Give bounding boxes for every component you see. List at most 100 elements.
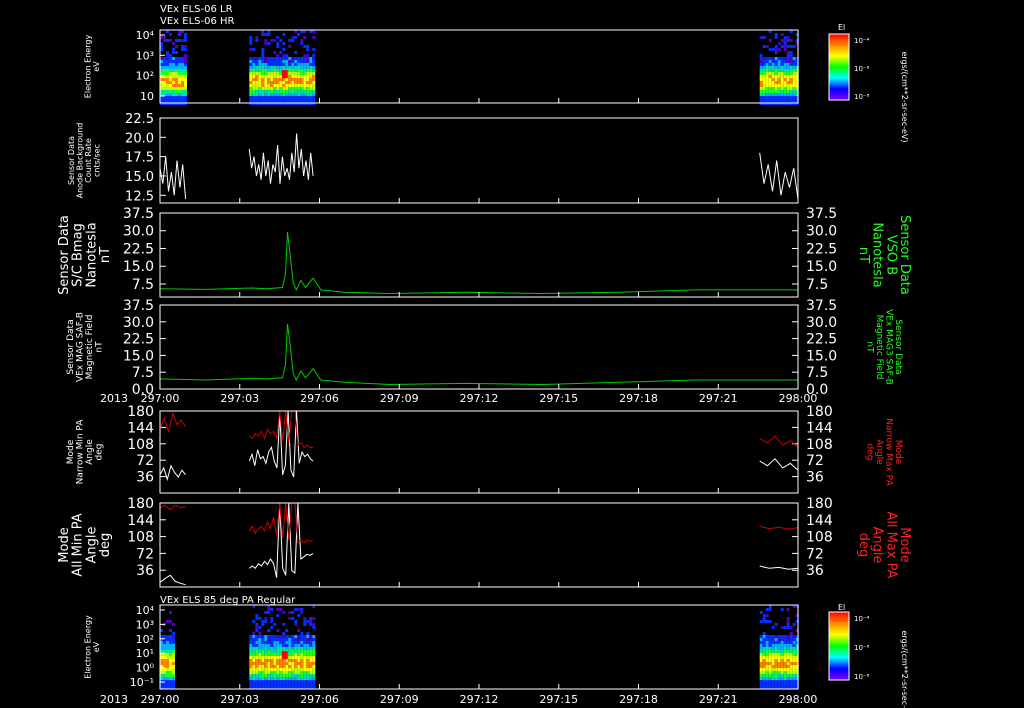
y-tick-label: 15.0 — [123, 259, 154, 275]
spectrogram-cell — [258, 87, 262, 90]
spectrogram-cell — [184, 48, 187, 51]
spectrogram-cell — [303, 90, 307, 93]
spectrogram-cell — [771, 72, 775, 75]
spectrogram-cell — [306, 60, 310, 63]
spectrogram-cell — [783, 48, 787, 51]
spectrogram-cell — [759, 72, 763, 75]
spectrogram-cell — [771, 69, 775, 72]
spectrogram-cell — [303, 75, 307, 78]
spectrogram-cell — [306, 45, 310, 48]
spectrogram-cell — [312, 671, 316, 674]
spectrogram-cell — [252, 635, 256, 638]
spectrogram-cell — [255, 57, 259, 60]
spectrogram-cell — [166, 656, 169, 659]
spectrogram-cell — [759, 653, 763, 656]
spectrogram-cell — [312, 623, 316, 626]
spectrogram-cell — [771, 78, 775, 81]
spectrogram-cell — [777, 638, 781, 641]
y-tick-label: 10² — [136, 633, 154, 646]
spectrogram-cell — [786, 677, 790, 680]
spectrogram-cell — [255, 60, 259, 63]
spectrogram-cell — [261, 63, 265, 66]
spectrogram-cell — [288, 653, 292, 656]
spectrogram-cell — [267, 677, 271, 680]
spectrogram-cell — [294, 620, 298, 623]
spectrogram-cell — [774, 641, 778, 644]
spectrogram-cell — [291, 99, 295, 102]
spectrogram-cell — [294, 51, 298, 54]
spectrogram-cell — [273, 51, 277, 54]
spectrogram-cell — [786, 626, 790, 629]
spectrogram-cell — [267, 42, 271, 45]
spectrogram-cell — [309, 623, 313, 626]
spectrogram-cell — [762, 45, 766, 48]
spectrogram-cell — [276, 680, 280, 683]
spectrogram-cell — [267, 69, 271, 72]
spectrogram-cell — [783, 96, 787, 99]
spectrogram-cell — [768, 674, 772, 677]
spectrogram-cell — [786, 671, 790, 674]
spectrogram-cell — [175, 69, 178, 72]
spectrogram-cell — [306, 66, 310, 69]
spectrogram-cell — [297, 81, 301, 84]
x-tick-label: 298:00 — [779, 693, 818, 706]
spectrogram-cell — [273, 66, 277, 69]
spectrogram-cell — [303, 78, 307, 81]
spectrogram-cell — [300, 659, 304, 662]
spectrogram-cell — [771, 66, 775, 69]
spectrogram-cell — [759, 644, 763, 647]
x-tick-label: 297:09 — [380, 392, 419, 405]
spectrogram-cell — [300, 662, 304, 665]
spectrogram-cell — [166, 650, 169, 653]
spectrogram-cell — [312, 54, 316, 57]
spectrogram-cell — [178, 72, 181, 75]
spectrogram-cell — [786, 66, 790, 69]
spectrogram-cell — [780, 63, 784, 66]
spectrogram-cell — [780, 33, 784, 36]
y-tick-label-right: 72 — [806, 453, 824, 469]
spectrogram-cell — [258, 99, 262, 102]
spectrogram-cell — [786, 665, 790, 668]
colorbar — [828, 611, 850, 681]
spectrogram-cell — [252, 99, 256, 102]
spectrogram-cell — [252, 644, 256, 647]
spectrogram-cell — [762, 99, 766, 102]
spectrogram-cell — [273, 60, 277, 63]
y-tick-label: 180 — [127, 404, 154, 420]
spectrogram-cell — [276, 45, 280, 48]
spectrogram-cell — [783, 677, 787, 680]
spectrogram-cell — [184, 63, 187, 66]
spectrogram-cell — [774, 96, 778, 99]
spectrogram-cell — [252, 75, 256, 78]
spectrogram-cell — [312, 656, 316, 659]
spectrogram-cell — [765, 671, 769, 674]
spectrogram-cell — [294, 36, 298, 39]
x-tick-label: 297:18 — [619, 693, 658, 706]
y-tick-label: 17.5 — [125, 151, 154, 166]
spectrogram-cell — [777, 48, 781, 51]
spectrogram-cell — [261, 90, 265, 93]
spectrogram-cell — [264, 656, 268, 659]
spectrogram-cell — [279, 90, 283, 93]
spectrogram-cell — [264, 674, 268, 677]
spectrogram-cell — [789, 674, 793, 677]
spectrogram-cell — [267, 656, 271, 659]
spectrogram-cell — [768, 57, 772, 60]
spectrogram-cell — [175, 81, 178, 84]
axis-title-line: nT — [98, 247, 113, 263]
spectrogram-cell — [783, 69, 787, 72]
spectrogram-cell — [768, 650, 772, 653]
spectrogram-cell — [273, 623, 277, 626]
spectrogram-cell — [309, 644, 313, 647]
spectrogram-cell — [759, 57, 763, 60]
spectrogram-cell — [270, 69, 274, 72]
spectrogram-cell — [258, 635, 262, 638]
spectrogram-cell — [786, 96, 790, 99]
spectrogram-cell — [276, 54, 280, 57]
spectrogram-cell — [252, 674, 256, 677]
spectrogram-cell — [181, 69, 184, 72]
spectrogram-cell — [282, 90, 286, 93]
spectrogram-cell — [279, 662, 283, 665]
spectrogram-cell — [169, 620, 172, 623]
spectrogram-cell — [267, 99, 271, 102]
